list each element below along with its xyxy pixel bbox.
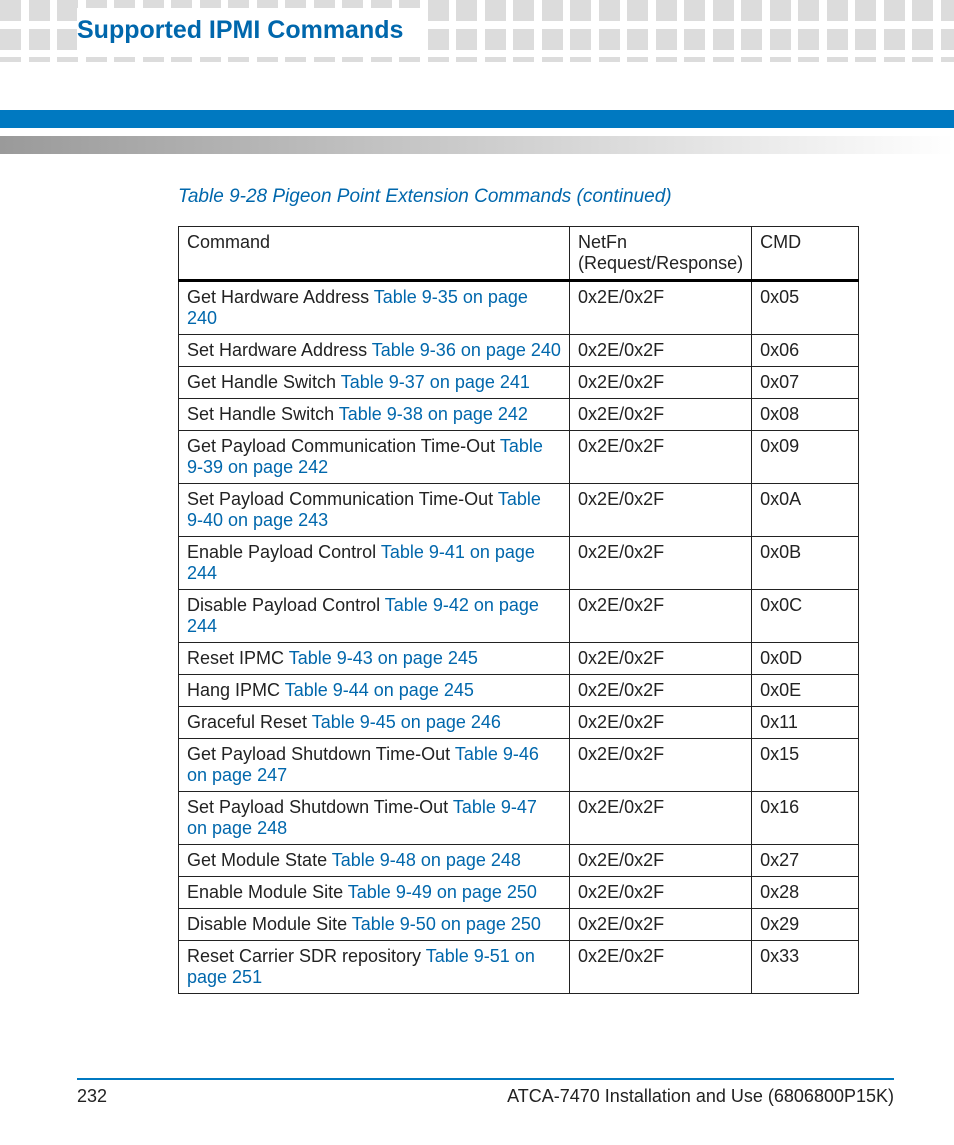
cell-cmd-code: 0x05	[752, 281, 859, 335]
cell-command: Enable Module Site Table 9-49 on page 25…	[179, 877, 570, 909]
cell-cmd-code: 0x07	[752, 367, 859, 399]
table-row: Set Payload Shutdown Time-Out Table 9-47…	[179, 792, 859, 845]
table-caption: Table 9-28 Pigeon Point Extension Comman…	[178, 186, 859, 208]
cell-command: Get Payload Shutdown Time-Out Table 9-46…	[179, 739, 570, 792]
cell-command: Get Payload Communication Time-Out Table…	[179, 431, 570, 484]
table-row: Hang IPMC Table 9-44 on page 2450x2E/0x2…	[179, 675, 859, 707]
cell-cmd-code: 0x09	[752, 431, 859, 484]
cross-reference-link[interactable]: Table 9-43 on page 245	[289, 648, 478, 668]
cell-command: Disable Module Site Table 9-50 on page 2…	[179, 909, 570, 941]
cell-cmd-code: 0x0C	[752, 590, 859, 643]
table-row: Enable Module Site Table 9-49 on page 25…	[179, 877, 859, 909]
header-blue-bar	[0, 110, 954, 128]
cell-cmd-code: 0x27	[752, 845, 859, 877]
cell-cmd-code: 0x0A	[752, 484, 859, 537]
cell-netfn: 0x2E/0x2F	[570, 941, 752, 994]
document-title: ATCA-7470 Installation and Use (6806800P…	[507, 1086, 894, 1107]
cell-command: Graceful Reset Table 9-45 on page 246	[179, 707, 570, 739]
cross-reference-link[interactable]: Table 9-38 on page 242	[339, 404, 528, 424]
cell-cmd-code: 0x0D	[752, 643, 859, 675]
table-row: Graceful Reset Table 9-45 on page 2460x2…	[179, 707, 859, 739]
table-row: Get Hardware Address Table 9-35 on page …	[179, 281, 859, 335]
cell-netfn: 0x2E/0x2F	[570, 399, 752, 431]
cell-netfn: 0x2E/0x2F	[570, 281, 752, 335]
table-row: Set Payload Communication Time-Out Table…	[179, 484, 859, 537]
cell-netfn: 0x2E/0x2F	[570, 792, 752, 845]
cell-netfn: 0x2E/0x2F	[570, 367, 752, 399]
cell-cmd-code: 0x29	[752, 909, 859, 941]
table-row: Get Payload Shutdown Time-Out Table 9-46…	[179, 739, 859, 792]
table-header-row: Command NetFn(Request/Response) CMD	[179, 227, 859, 281]
cross-reference-link[interactable]: Table 9-36 on page 240	[372, 340, 561, 360]
cell-command: Set Payload Communication Time-Out Table…	[179, 484, 570, 537]
cross-reference-link[interactable]: Table 9-44 on page 245	[285, 680, 474, 700]
cell-netfn: 0x2E/0x2F	[570, 431, 752, 484]
cell-command: Reset IPMC Table 9-43 on page 245	[179, 643, 570, 675]
cell-netfn: 0x2E/0x2F	[570, 643, 752, 675]
ipmi-commands-table: Command NetFn(Request/Response) CMD Get …	[178, 226, 859, 994]
cell-command: Disable Payload Control Table 9-42 on pa…	[179, 590, 570, 643]
cell-cmd-code: 0x33	[752, 941, 859, 994]
table-row: Set Hardware Address Table 9-36 on page …	[179, 335, 859, 367]
cell-command: Enable Payload Control Table 9-41 on pag…	[179, 537, 570, 590]
cell-cmd-code: 0x15	[752, 739, 859, 792]
cell-cmd-code: 0x06	[752, 335, 859, 367]
cell-command: Set Payload Shutdown Time-Out Table 9-47…	[179, 792, 570, 845]
page-number: 232	[77, 1086, 107, 1107]
table-row: Set Handle Switch Table 9-38 on page 242…	[179, 399, 859, 431]
table-row: Reset Carrier SDR repository Table 9-51 …	[179, 941, 859, 994]
cell-command: Get Module State Table 9-48 on page 248	[179, 845, 570, 877]
cell-command: Hang IPMC Table 9-44 on page 245	[179, 675, 570, 707]
cell-netfn: 0x2E/0x2F	[570, 739, 752, 792]
table-row: Disable Module Site Table 9-50 on page 2…	[179, 909, 859, 941]
table-row: Get Module State Table 9-48 on page 2480…	[179, 845, 859, 877]
cell-cmd-code: 0x11	[752, 707, 859, 739]
table-row: Enable Payload Control Table 9-41 on pag…	[179, 537, 859, 590]
table-row: Get Payload Communication Time-Out Table…	[179, 431, 859, 484]
cell-netfn: 0x2E/0x2F	[570, 845, 752, 877]
cell-command: Set Handle Switch Table 9-38 on page 242	[179, 399, 570, 431]
cross-reference-link[interactable]: Table 9-45 on page 246	[312, 712, 501, 732]
cell-netfn: 0x2E/0x2F	[570, 707, 752, 739]
table-row: Reset IPMC Table 9-43 on page 2450x2E/0x…	[179, 643, 859, 675]
page-heading: Supported IPMI Commands	[77, 8, 421, 53]
col-cmd: CMD	[752, 227, 859, 281]
cell-command: Get Handle Switch Table 9-37 on page 241	[179, 367, 570, 399]
cell-netfn: 0x2E/0x2F	[570, 590, 752, 643]
table-row: Get Handle Switch Table 9-37 on page 241…	[179, 367, 859, 399]
page-footer: 232 ATCA-7470 Installation and Use (6806…	[77, 1078, 894, 1107]
cell-netfn: 0x2E/0x2F	[570, 537, 752, 590]
cross-reference-link[interactable]: Table 9-49 on page 250	[348, 882, 537, 902]
cell-cmd-code: 0x0B	[752, 537, 859, 590]
cell-netfn: 0x2E/0x2F	[570, 484, 752, 537]
cell-cmd-code: 0x28	[752, 877, 859, 909]
cell-netfn: 0x2E/0x2F	[570, 675, 752, 707]
cell-netfn: 0x2E/0x2F	[570, 335, 752, 367]
cross-reference-link[interactable]: Table 9-50 on page 250	[352, 914, 541, 934]
cell-command: Reset Carrier SDR repository Table 9-51 …	[179, 941, 570, 994]
cell-cmd-code: 0x16	[752, 792, 859, 845]
col-command: Command	[179, 227, 570, 281]
cell-cmd-code: 0x0E	[752, 675, 859, 707]
cell-cmd-code: 0x08	[752, 399, 859, 431]
header-gradient-bar	[0, 136, 954, 154]
cell-command: Set Hardware Address Table 9-36 on page …	[179, 335, 570, 367]
table-row: Disable Payload Control Table 9-42 on pa…	[179, 590, 859, 643]
col-netfn: NetFn(Request/Response)	[570, 227, 752, 281]
cell-command: Get Hardware Address Table 9-35 on page …	[179, 281, 570, 335]
cross-reference-link[interactable]: Table 9-37 on page 241	[341, 372, 530, 392]
cell-netfn: 0x2E/0x2F	[570, 877, 752, 909]
cell-netfn: 0x2E/0x2F	[570, 909, 752, 941]
cross-reference-link[interactable]: Table 9-48 on page 248	[332, 850, 521, 870]
